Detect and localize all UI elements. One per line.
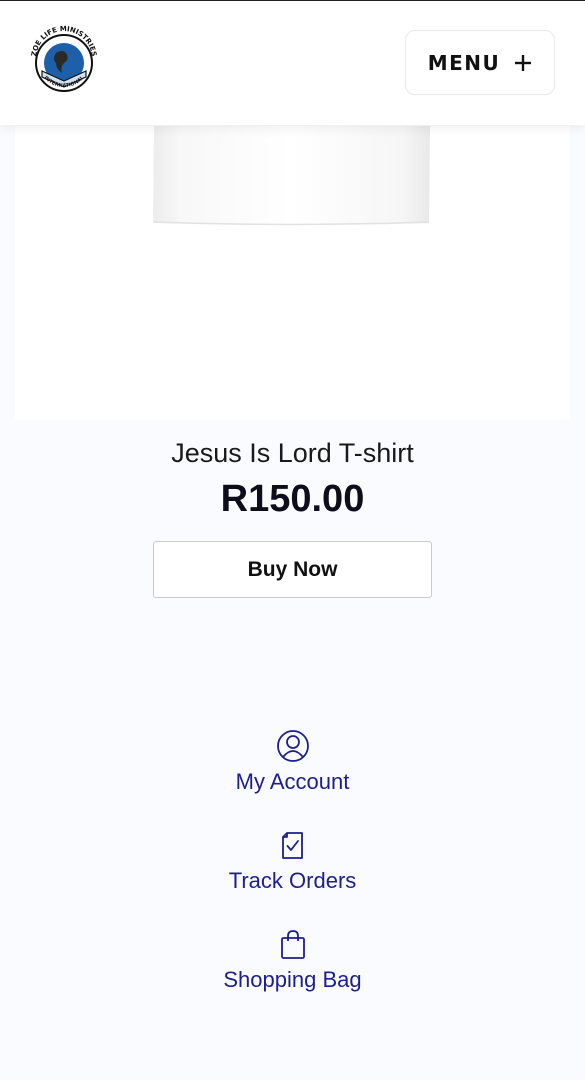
track-orders-link[interactable]: Track Orders: [0, 830, 585, 894]
logo-emblem-icon: ZOE LIFE MINISTRIES INTERNATIONAL: [30, 25, 98, 92]
product-title[interactable]: Jesus Is Lord T-shirt: [0, 438, 585, 469]
shopping-bag-icon: [280, 930, 305, 959]
shopping-bag-link[interactable]: Shopping Bag: [0, 929, 585, 993]
clipboard-check-icon: [281, 832, 303, 859]
menu-button[interactable]: MENU: [405, 30, 555, 95]
site-logo[interactable]: ZOE LIFE MINISTRIES INTERNATIONAL: [26, 19, 102, 95]
plus-icon: [515, 54, 532, 71]
tshirt-image: [153, 126, 430, 226]
product-price: R150.00: [220, 478, 365, 520]
buy-now-button[interactable]: Buy Now: [153, 541, 432, 598]
user-circle-icon: [276, 730, 309, 762]
track-orders-label: Track Orders: [228, 868, 357, 893]
my-account-link[interactable]: My Account: [0, 729, 585, 795]
menu-label: MENU: [427, 50, 501, 75]
my-account-label: My Account: [235, 769, 350, 794]
site-header: ZOE LIFE MINISTRIES INTERNATIONAL MENU: [0, 1, 585, 125]
shopping-bag-label: Shopping Bag: [223, 967, 362, 992]
